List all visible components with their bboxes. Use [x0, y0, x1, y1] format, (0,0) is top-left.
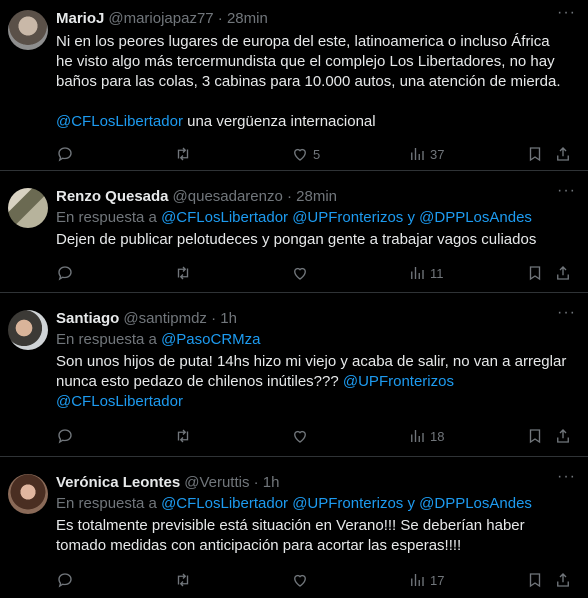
tweet-actions: 5 37 — [56, 144, 576, 164]
chart-icon — [411, 430, 424, 442]
tweet-text: Es totalmente previsible está situación … — [56, 517, 525, 554]
like-icon[interactable] — [291, 264, 309, 282]
share-icon[interactable] — [554, 427, 572, 445]
chart-icon — [411, 148, 424, 160]
reply-icon[interactable] — [56, 427, 74, 445]
author-handle-time: @santipmdz · 1h — [123, 309, 237, 327]
mention-link[interactable]: @CFLosLibertador — [161, 495, 288, 512]
like-icon[interactable] — [291, 571, 309, 589]
retweet-icon[interactable] — [174, 145, 192, 163]
retweet-icon[interactable] — [174, 264, 192, 282]
tweet[interactable]: Renzo Quesada @quesadarenzo · 28min ··· … — [0, 171, 588, 293]
bookmark-icon[interactable] — [526, 264, 544, 282]
views-button[interactable]: 11 — [408, 264, 444, 282]
share-icon[interactable] — [554, 571, 572, 589]
tweet-text: Son unos hijos de puta! 14hs hizo mi vie… — [56, 353, 567, 410]
mention-link[interactable]: @UPFronterizos — [292, 209, 403, 226]
views-button[interactable]: 18 — [408, 427, 444, 445]
retweet-icon[interactable] — [174, 571, 192, 589]
more-options-icon[interactable]: ··· — [557, 182, 576, 200]
share-icon[interactable] — [554, 145, 572, 163]
retweet-icon[interactable] — [174, 427, 192, 445]
tweet-text: Dejen de publicar pelotudeces y pongan g… — [56, 231, 537, 248]
avatar[interactable] — [8, 188, 48, 228]
reply-icon[interactable] — [56, 145, 74, 163]
author-name[interactable]: Santiago — [56, 310, 119, 327]
views-button[interactable]: 37 — [408, 145, 444, 163]
tweet-text: Ni en los peores lugares de europa del e… — [56, 33, 561, 130]
timeline-feed: MarioJ @mariojapaz77 · 28min ··· Ni en l… — [0, 0, 588, 598]
tweet-actions: 11 — [56, 263, 576, 283]
mention-link[interactable]: @CFLosLibertador — [56, 113, 183, 130]
mention-link[interactable]: @UPFronterizos — [292, 495, 403, 512]
more-options-icon[interactable]: ··· — [557, 468, 576, 486]
avatar[interactable] — [8, 310, 48, 350]
tweet[interactable]: MarioJ @mariojapaz77 · 28min ··· Ni en l… — [0, 0, 588, 171]
reply-context: En respuesta a @PasoCRMza — [56, 331, 261, 348]
bookmark-icon[interactable] — [526, 571, 544, 589]
view-count: 17 — [430, 572, 445, 588]
view-count: 37 — [430, 146, 445, 162]
more-options-icon[interactable]: ··· — [557, 4, 576, 22]
bookmark-icon[interactable] — [526, 145, 544, 163]
author-handle-time: @mariojapaz77 · 28min — [108, 9, 268, 27]
tweet-actions: 18 — [56, 426, 576, 446]
mention-link[interactable]: @DPPLosAndes — [419, 209, 532, 226]
author-name[interactable]: Renzo Quesada — [56, 188, 169, 205]
chart-icon — [411, 574, 424, 586]
more-options-icon[interactable]: ··· — [557, 304, 576, 322]
bookmark-icon[interactable] — [526, 427, 544, 445]
reply-context: En respuesta a @CFLosLibertador @UPFront… — [56, 209, 532, 226]
author-handle-time: @quesadarenzo · 28min — [172, 187, 338, 205]
author-name[interactable]: Verónica Leontes — [56, 474, 180, 491]
mention-link[interactable]: @DPPLosAndes — [419, 495, 532, 512]
chart-icon — [411, 267, 424, 279]
tweet[interactable]: Verónica Leontes @Veruttis · 1h ··· En r… — [0, 457, 588, 598]
mention-link[interactable]: @CFLosLibertador — [161, 209, 288, 226]
view-count: 11 — [430, 265, 444, 281]
author-name[interactable]: MarioJ — [56, 10, 104, 27]
author-handle-time: @Veruttis · 1h — [184, 473, 280, 491]
tweet-actions: 17 — [56, 570, 576, 590]
mention-link[interactable]: @UPFronterizos — [343, 373, 454, 390]
reply-context: En respuesta a @CFLosLibertador @UPFront… — [56, 495, 532, 512]
like-count: 5 — [313, 146, 321, 162]
reply-icon[interactable] — [56, 571, 74, 589]
share-icon[interactable] — [554, 264, 572, 282]
reply-icon[interactable] — [56, 264, 74, 282]
avatar[interactable] — [8, 474, 48, 514]
avatar[interactable] — [8, 10, 48, 50]
heart-icon — [294, 148, 306, 161]
like-button[interactable]: 5 — [291, 145, 320, 163]
mention-link[interactable]: @PasoCRMza — [161, 331, 260, 348]
like-icon[interactable] — [291, 427, 309, 445]
mention-link[interactable]: @CFLosLibertador — [56, 393, 183, 410]
view-count: 18 — [430, 428, 445, 444]
views-button[interactable]: 17 — [408, 571, 444, 589]
tweet[interactable]: Santiago @santipmdz · 1h ··· En respuest… — [0, 293, 588, 457]
